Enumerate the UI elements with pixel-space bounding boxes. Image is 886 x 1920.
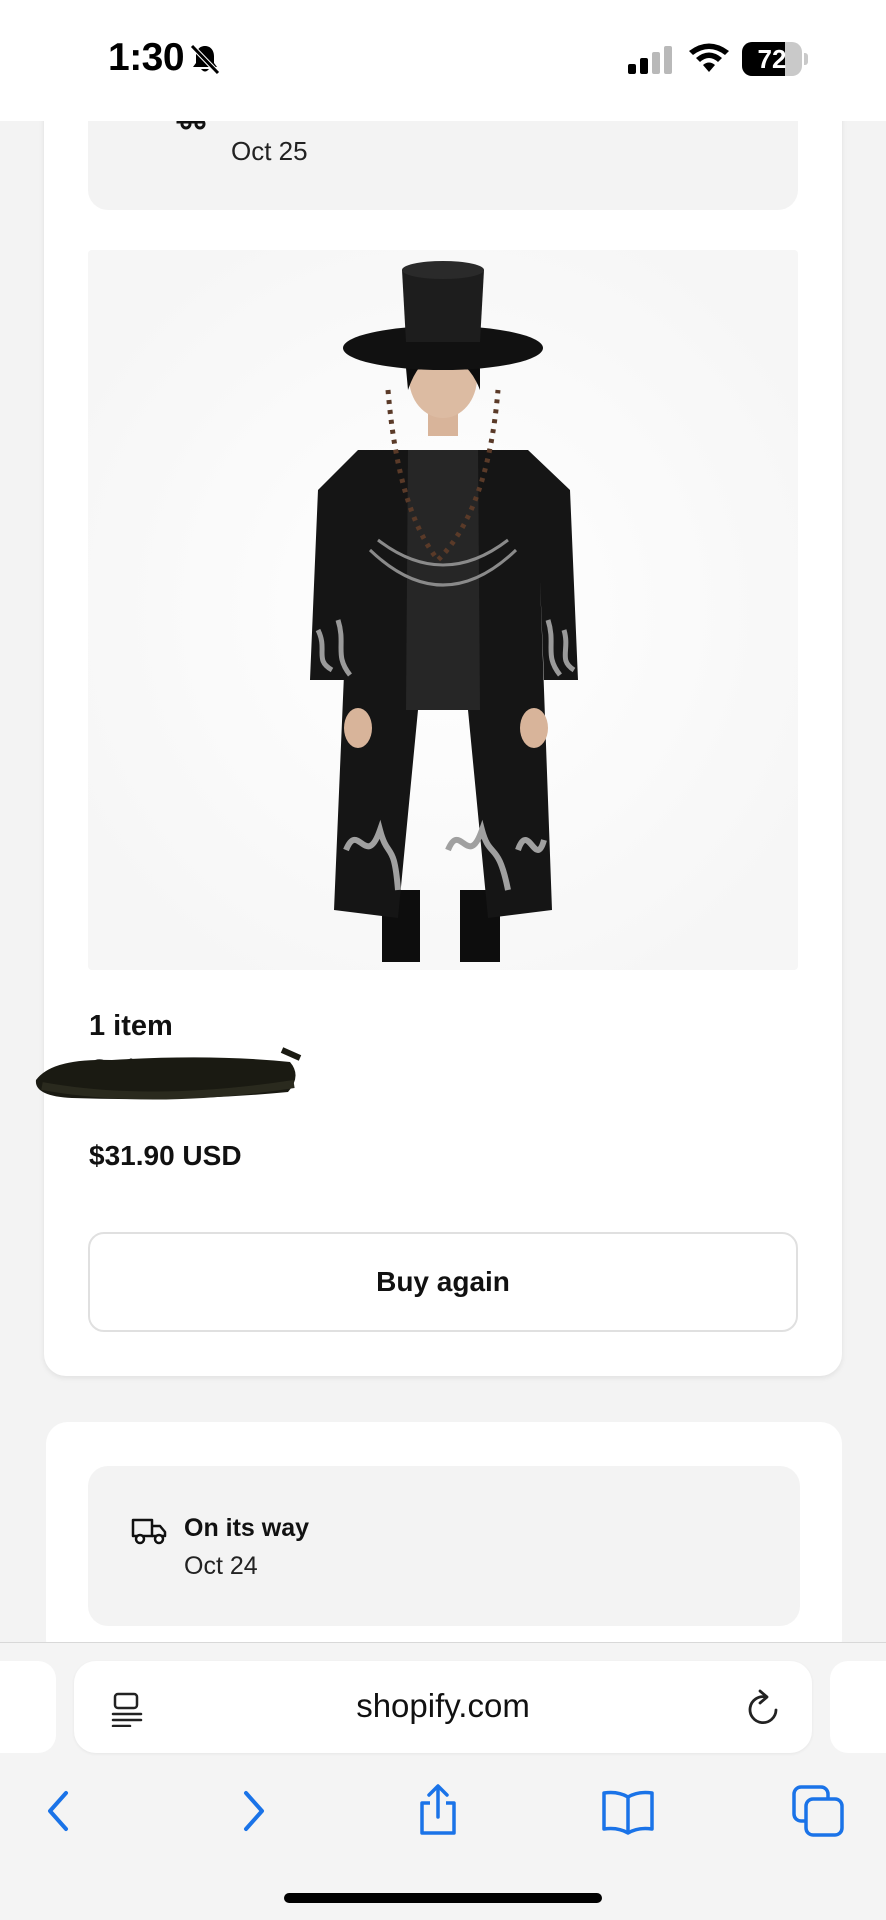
status-bar: 1:30 72 [0, 0, 886, 121]
redaction-scribble [35, 1047, 302, 1100]
shipment-date: Oct 25 [231, 136, 308, 166]
bell-slash-icon [190, 44, 220, 75]
address-bar[interactable]: shopify.com [74, 1661, 812, 1753]
url-text[interactable]: shopify.com [74, 1687, 812, 1725]
back-icon[interactable] [30, 1781, 90, 1841]
order-price: $31.90 USD [89, 1140, 242, 1171]
reload-icon[interactable] [746, 1689, 782, 1727]
product-image[interactable] [88, 250, 798, 970]
signal-icon [628, 46, 672, 74]
share-icon[interactable] [408, 1781, 468, 1841]
status-time: 1:30 [108, 36, 185, 79]
shipment-status: On its way [184, 1514, 310, 1542]
costume-illustration [88, 250, 798, 970]
order-card: Oct 25 1 item $31.90 USD Buy again [35, 60, 842, 1376]
bookmarks-icon[interactable] [598, 1781, 658, 1841]
truck-icon [131, 1518, 167, 1545]
home-indicator [284, 1893, 602, 1903]
next-tab-preview[interactable] [830, 1661, 886, 1753]
item-count: 1 item [89, 1010, 173, 1042]
previous-tab-preview[interactable] [0, 1661, 56, 1753]
shipment-date: Oct 24 [184, 1552, 258, 1580]
buy-again-button[interactable]: Buy again [88, 1232, 798, 1332]
battery-icon: 72 [742, 42, 808, 76]
battery-level: 72 [757, 44, 787, 74]
forward-icon[interactable] [222, 1781, 282, 1841]
shipment-status-box: On its way Oct 24 [88, 1466, 800, 1626]
order-card: On its way Oct 24 [46, 1422, 842, 1662]
tabs-icon[interactable] [788, 1781, 848, 1841]
wifi-icon [689, 43, 729, 72]
browser-toolbar: shopify.com [0, 1642, 886, 1920]
